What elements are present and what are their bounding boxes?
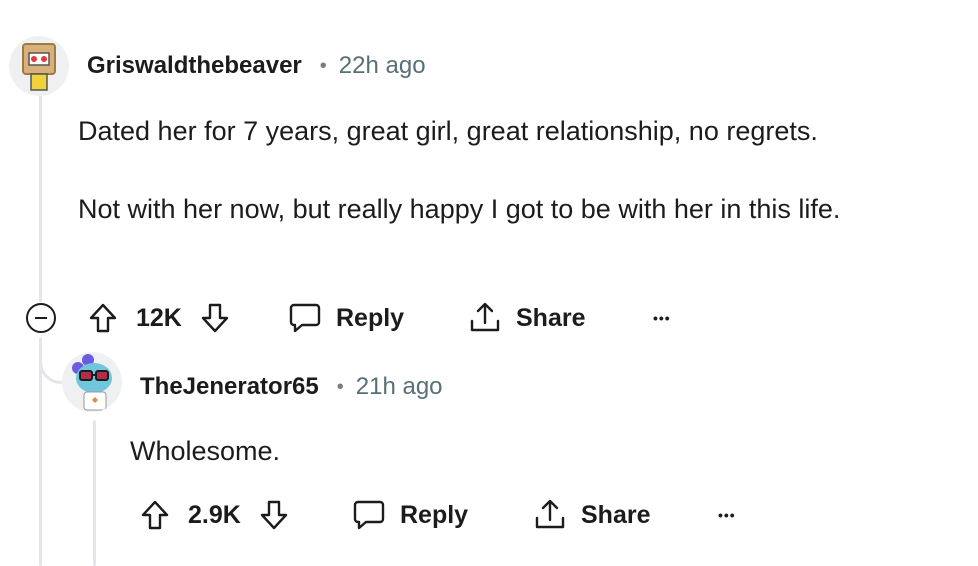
comment-header: Griswaldthebeaver • 22h ago <box>87 52 426 80</box>
username[interactable]: Griswaldthebeaver <box>87 52 302 80</box>
speech-bubble-icon <box>352 499 386 531</box>
vote-count: 2.9K <box>188 500 241 529</box>
comment-body: Wholesome. <box>130 430 280 472</box>
speech-bubble-icon <box>288 302 322 334</box>
share-icon <box>468 301 502 335</box>
timestamp[interactable]: 21h ago <box>356 373 443 401</box>
separator-dot: • <box>336 375 344 398</box>
separator-dot: • <box>319 54 327 77</box>
vote-group: 12K <box>88 298 230 338</box>
more-label: ••• <box>718 507 736 523</box>
vote-group: 2.9K <box>140 495 289 535</box>
comment-body: Dated her for 7 years, great girl, great… <box>78 110 958 230</box>
beaver-box-avatar-icon <box>9 36 69 96</box>
comment-header: TheJenerator65 • 21h ago <box>140 373 443 401</box>
thread-line-root[interactable] <box>39 92 42 302</box>
more-label: ••• <box>653 310 671 326</box>
comment-paragraph: Not with her now, but really happy I got… <box>78 194 841 224</box>
reply-label: Reply <box>400 500 469 529</box>
share-label: Share <box>581 500 651 529</box>
timestamp[interactable]: 22h ago <box>339 52 426 80</box>
collapse-button[interactable] <box>26 303 56 333</box>
downvote-icon[interactable] <box>200 302 230 334</box>
avatar[interactable] <box>9 36 69 96</box>
comment-paragraph: Wholesome. <box>130 436 281 466</box>
reply-button[interactable]: Reply <box>288 298 404 338</box>
vote-count: 12K <box>136 303 182 332</box>
avatar[interactable] <box>62 352 122 412</box>
reply-label: Reply <box>336 303 405 332</box>
reply-connector <box>39 338 65 384</box>
minus-icon <box>35 317 47 319</box>
share-icon <box>533 498 567 532</box>
share-label: Share <box>516 303 586 332</box>
share-button[interactable]: Share <box>533 495 650 535</box>
thread-line-reply[interactable] <box>93 420 96 566</box>
more-options-button[interactable]: ••• <box>653 298 671 338</box>
comment-paragraph: Dated her for 7 years, great girl, great… <box>78 116 818 146</box>
snoo-avatar-icon <box>62 352 122 412</box>
more-options-button[interactable]: ••• <box>718 495 736 535</box>
share-button[interactable]: Share <box>468 298 585 338</box>
reply-button[interactable]: Reply <box>352 495 468 535</box>
downvote-icon[interactable] <box>259 499 289 531</box>
upvote-icon[interactable] <box>88 302 118 334</box>
upvote-icon[interactable] <box>140 499 170 531</box>
username[interactable]: TheJenerator65 <box>140 373 319 401</box>
